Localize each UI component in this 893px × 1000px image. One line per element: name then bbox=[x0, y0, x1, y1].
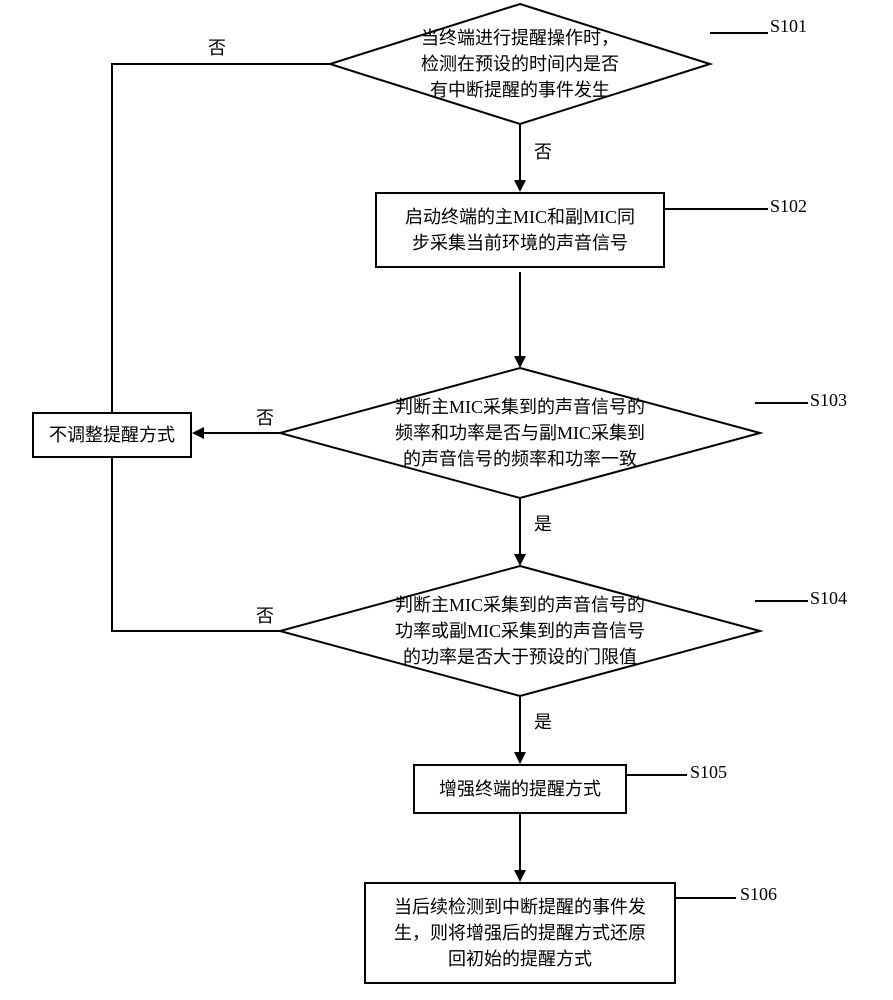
process-s102-text: 启动终端的主MIC和副MIC同 步采集当前环境的声音信号 bbox=[405, 207, 635, 253]
arrow-s104-left bbox=[111, 630, 284, 632]
process-s106-text: 当后续检测到中断提醒的事件发 生，则将增强后的提醒方式还原 回初始的提醒方式 bbox=[394, 897, 646, 969]
step-label-s106: S106 bbox=[740, 884, 777, 905]
label-connector-s101 bbox=[710, 32, 768, 34]
left-collector-bar-lower bbox=[111, 456, 113, 632]
label-connector-s105 bbox=[627, 774, 687, 776]
step-label-s101: S101 bbox=[770, 16, 807, 37]
arrow-s104-s105 bbox=[519, 696, 521, 752]
decision-s103: 判断主MIC采集到的声音信号的 频率和功率是否与副MIC采集到 的声音信号的频率… bbox=[280, 368, 760, 498]
decision-s103-text: 判断主MIC采集到的声音信号的 频率和功率是否与副MIC采集到 的声音信号的频率… bbox=[316, 394, 724, 472]
step-label-s102: S102 bbox=[770, 196, 807, 217]
decision-s104-text: 判断主MIC采集到的声音信号的 功率或副MIC采集到的声音信号 的功率是否大于预… bbox=[316, 592, 724, 670]
arrowhead-s103-s104 bbox=[514, 554, 526, 566]
label-connector-s104 bbox=[755, 600, 808, 602]
edge-label-no-top: 否 bbox=[208, 34, 226, 60]
arrow-s101-left bbox=[113, 63, 330, 65]
edge-label-no-3: 否 bbox=[256, 602, 274, 628]
arrow-s103-noadjust bbox=[204, 432, 284, 434]
arrowhead-s104-s105 bbox=[514, 752, 526, 764]
decision-s101-text: 当终端进行提醒操作时， 检测在预设的时间内是否 有中断提醒的事件发生 bbox=[359, 25, 682, 103]
step-label-s103: S103 bbox=[810, 390, 847, 411]
label-connector-s103 bbox=[755, 402, 808, 404]
edge-label-yes-1: 是 bbox=[534, 510, 552, 536]
step-label-s105: S105 bbox=[690, 762, 727, 783]
process-s106: 当后续检测到中断提醒的事件发 生，则将增强后的提醒方式还原 回初始的提醒方式 bbox=[364, 882, 676, 984]
step-label-s104: S104 bbox=[810, 588, 847, 609]
terminal-no-adjust-text: 不调整提醒方式 bbox=[49, 425, 175, 445]
process-s105-text: 增强终端的提醒方式 bbox=[439, 779, 601, 799]
process-s102: 启动终端的主MIC和副MIC同 步采集当前环境的声音信号 bbox=[375, 192, 665, 268]
arrow-s102-s103 bbox=[519, 272, 521, 356]
arrowhead-s103-noadjust bbox=[192, 427, 204, 439]
arrowhead-s101-s102 bbox=[514, 180, 526, 192]
label-connector-s106 bbox=[676, 897, 736, 899]
label-connector-s102 bbox=[665, 208, 768, 210]
arrowhead-s105-s106 bbox=[514, 870, 526, 882]
left-collector-bar bbox=[111, 63, 113, 412]
arrowhead-s102-s103 bbox=[514, 356, 526, 368]
edge-label-no-1: 否 bbox=[534, 138, 552, 164]
decision-s101: 当终端进行提醒操作时， 检测在预设的时间内是否 有中断提醒的事件发生 bbox=[330, 4, 710, 124]
arrow-s105-s106 bbox=[519, 814, 521, 870]
process-s105: 增强终端的提醒方式 bbox=[413, 764, 627, 814]
terminal-no-adjust: 不调整提醒方式 bbox=[32, 412, 192, 458]
edge-label-yes-2: 是 bbox=[534, 708, 552, 734]
arrow-s103-s104 bbox=[519, 498, 521, 554]
decision-s104: 判断主MIC采集到的声音信号的 功率或副MIC采集到的声音信号 的功率是否大于预… bbox=[280, 566, 760, 696]
edge-label-no-2: 否 bbox=[256, 404, 274, 430]
arrow-s101-s102 bbox=[519, 124, 521, 180]
